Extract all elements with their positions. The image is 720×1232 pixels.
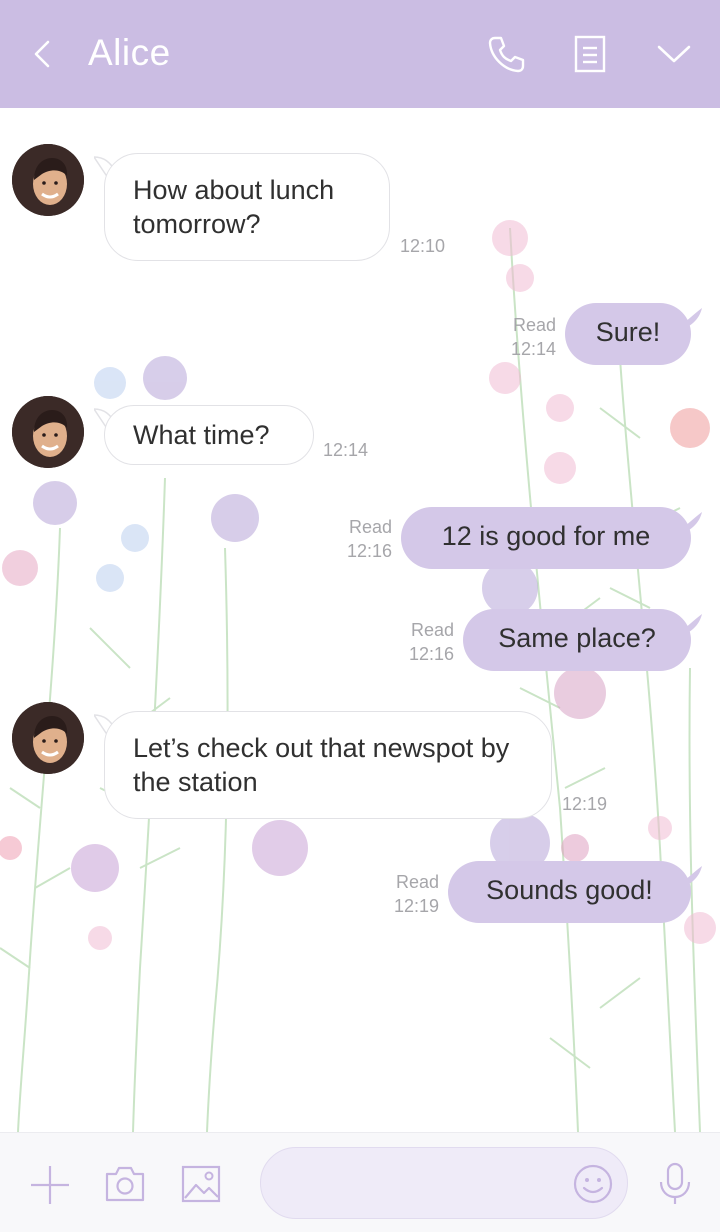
bubble-tail [680, 614, 702, 634]
notes-button[interactable] [566, 30, 614, 78]
message-list[interactable]: How about lunch tomorrow? 12:10 Read 12:… [0, 108, 720, 1132]
image-icon [181, 1165, 221, 1203]
emoji-button[interactable] [571, 1162, 615, 1206]
message-time: 12:14 [323, 440, 369, 460]
avatar[interactable] [12, 396, 84, 468]
message-bubble-outgoing[interactable]: Sounds good! [448, 861, 691, 923]
message-bubble-incoming[interactable]: Let’s check out that newspot by the stat… [104, 711, 552, 819]
voice-input-button[interactable] [652, 1159, 698, 1209]
read-status: Read [512, 315, 556, 335]
image-button[interactable] [178, 1161, 224, 1207]
read-status: Read [395, 872, 439, 892]
read-receipt: Read 12:14 [496, 313, 556, 361]
read-status: Read [410, 620, 454, 640]
read-status: Read [348, 517, 392, 537]
back-arrow-icon [34, 40, 50, 68]
camera-icon [105, 1166, 145, 1202]
read-receipt: Read 12:19 [379, 870, 439, 918]
alice-avatar-photo [12, 702, 84, 774]
avatar[interactable] [12, 702, 84, 774]
message-bubble-outgoing[interactable]: 12 is good for me [401, 507, 691, 569]
call-button[interactable] [482, 30, 530, 78]
message-time: 12:14 [510, 339, 556, 359]
chat-header: Alice [0, 0, 720, 108]
alice-avatar-photo [12, 144, 84, 216]
message-time: 12:19 [562, 794, 608, 814]
bubble-tail [680, 866, 702, 886]
microphone-icon [659, 1162, 691, 1204]
message-time: 12:16 [408, 644, 454, 664]
message-input[interactable] [283, 1166, 563, 1202]
message-time: 12:10 [400, 236, 446, 256]
emoji-icon [573, 1164, 613, 1204]
read-receipt: Read 12:16 [394, 618, 454, 666]
add-attachment-button[interactable] [26, 1161, 74, 1209]
notes-icon [574, 35, 606, 73]
message-bubble-incoming[interactable]: How about lunch tomorrow? [104, 153, 390, 261]
bubble-tail [680, 308, 702, 328]
message-bubble-outgoing[interactable]: Sure! [565, 303, 691, 365]
back-button[interactable] [22, 30, 62, 78]
plus-icon [31, 1166, 69, 1204]
message-composer [0, 1132, 720, 1232]
message-input-container[interactable] [260, 1147, 628, 1219]
phone-icon [488, 36, 525, 73]
message-bubble-incoming[interactable]: What time? [104, 405, 314, 465]
bubble-tail [680, 512, 702, 532]
message-bubble-outgoing[interactable]: Same place? [463, 609, 691, 671]
chevron-down-icon [657, 45, 691, 63]
camera-button[interactable] [102, 1161, 148, 1207]
avatar[interactable] [12, 144, 84, 216]
alice-avatar-photo [12, 396, 84, 468]
chat-title: Alice [88, 32, 171, 73]
message-time: 12:19 [393, 896, 439, 916]
read-receipt: Read 12:16 [332, 515, 392, 563]
menu-dropdown-button[interactable] [650, 30, 698, 78]
message-time: 12:16 [346, 541, 392, 561]
